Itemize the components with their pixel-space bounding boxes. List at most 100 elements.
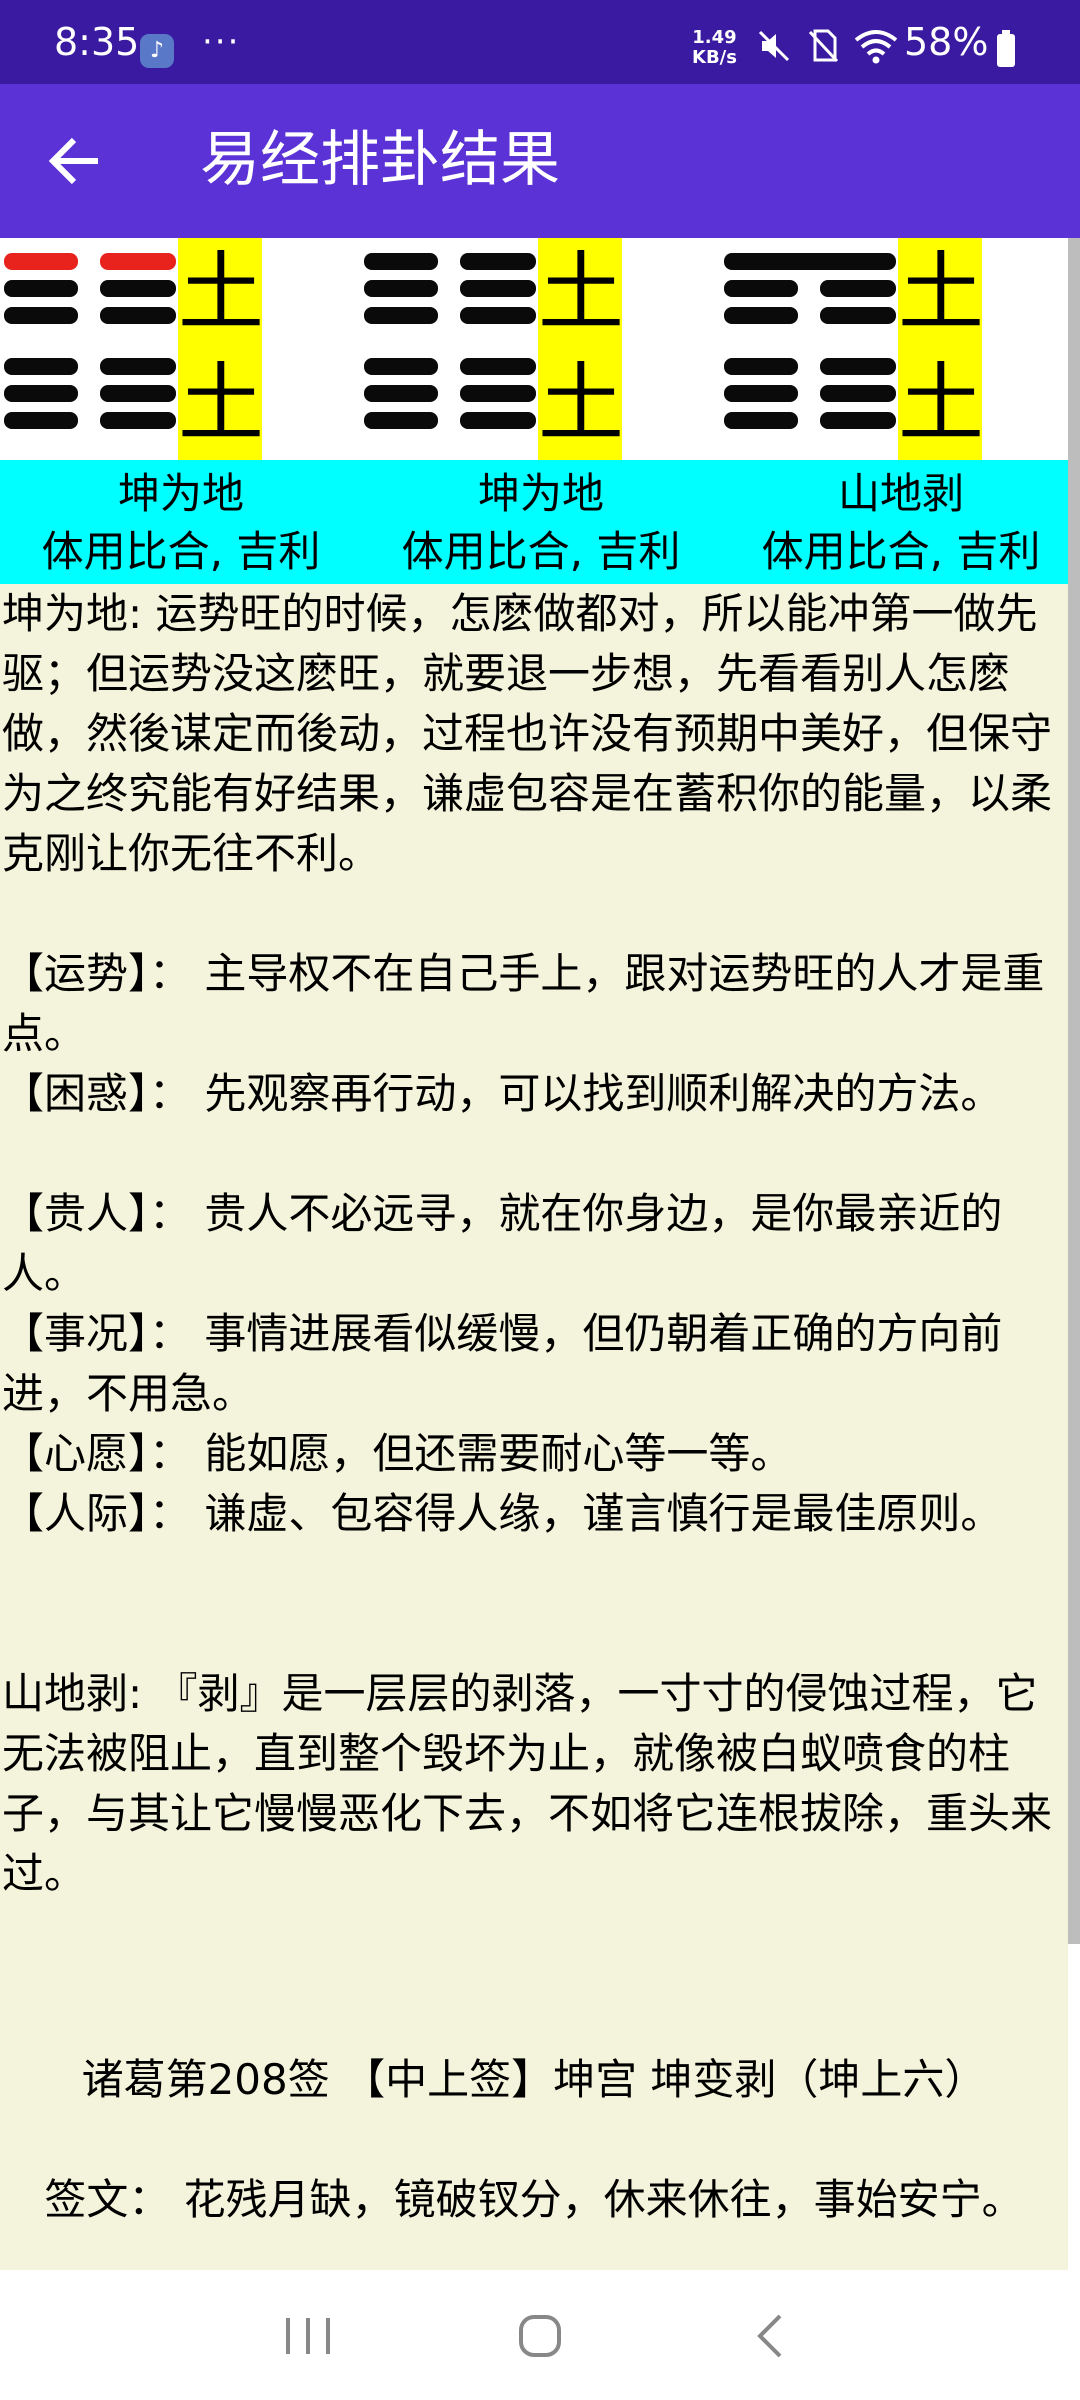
yin-line [100, 280, 176, 297]
hexagram-relation: 体用比合, 吉利 [761, 527, 1041, 576]
detail-label: 【人际】： [2, 1489, 192, 1538]
yin-line [364, 280, 438, 297]
battery-percent: 58% [904, 20, 989, 64]
yin-line [724, 385, 798, 402]
detail-label: 【运势】： [2, 949, 192, 998]
yin-line [460, 358, 536, 375]
yin-line [364, 412, 438, 429]
yin-line [460, 253, 536, 270]
network-speed: 1.49 KB/s [692, 28, 737, 68]
yin-line [724, 280, 798, 297]
yin-line [4, 280, 78, 297]
lower-trigram [724, 358, 900, 440]
sign-text: 签文： 花残月缺，镜破钗分，休来休往，事始安宁。 [44, 2175, 1024, 2224]
yin-line [820, 385, 896, 402]
hexagram-strip: 土 土 土 土 土 土 [0, 238, 1068, 460]
lower-element: 土 [538, 349, 624, 460]
upper-trigram [724, 250, 900, 332]
moving-line [4, 253, 78, 270]
hexagram-name: 坤为地 [117, 469, 244, 518]
hexagram-label: 山地剥 体用比合, 吉利 [720, 460, 1080, 581]
upper-element: 土 [538, 238, 624, 349]
hexagram-name: 坤为地 [477, 469, 604, 518]
wifi-icon [854, 30, 898, 64]
yin-line [460, 412, 536, 429]
yin-line [820, 280, 896, 297]
upper-element: 土 [898, 238, 984, 349]
yin-line [100, 412, 176, 429]
yang-line [724, 253, 896, 270]
changed-hexagram-interpretation: 山地剥: 『剥』是一层层的剥落，一寸寸的侵蚀过程，它无法被阻止，直到整个毁坏为止… [2, 1669, 1053, 1898]
yin-line [820, 412, 896, 429]
result-content[interactable]: 坤为地: 运势旺的时候，怎麽做都对，所以能冲第一做先驱；但运势没这麽旺，就要退一… [0, 584, 1068, 2270]
recents-icon[interactable] [268, 2304, 348, 2368]
detail-text: 先观察再行动，可以找到顺利解决的方法。 [204, 1069, 1003, 1118]
hexagram-mutual: 土 土 [360, 238, 624, 460]
music-note-icon: ♪ [140, 34, 174, 68]
hexagram-relation: 体用比合, 吉利 [401, 527, 681, 576]
upper-element: 土 [178, 238, 264, 349]
yin-line [724, 307, 798, 324]
yin-line [4, 307, 78, 324]
back-chevron-icon[interactable] [732, 2304, 812, 2368]
hexagram-label: 坤为地 体用比合, 吉利 [360, 460, 722, 581]
hexagram-original: 土 土 [0, 238, 264, 460]
upper-trigram [4, 250, 180, 332]
hexagram-name: 山地剥 [837, 469, 964, 518]
more-notifications-icon: ··· [202, 22, 241, 62]
network-speed-unit: KB/s [692, 47, 737, 68]
lower-element: 土 [898, 349, 984, 460]
hexagram-changed: 土 土 [720, 238, 984, 460]
lower-trigram [4, 358, 180, 440]
detail-label: 【心愿】： [2, 1429, 192, 1478]
yin-line [100, 385, 176, 402]
sign-title: 诸葛第208签 【中上签】坤宫 坤变剥（坤上六） [81, 2055, 987, 2104]
yin-line [364, 358, 438, 375]
yin-line [724, 358, 798, 375]
yin-line [364, 385, 438, 402]
yin-line [820, 358, 896, 375]
hexagram-names: 坤为地 体用比合, 吉利 坤为地 体用比合, 吉利 山地剥 体用比合, 吉利 [0, 460, 1068, 584]
status-bar: 8:35 ♪ ··· 1.49 KB/s 58% [0, 0, 1080, 84]
detail-item: 【贵人】： 贵人不必远寻，就在你身边，是你最亲近的人。 [2, 1184, 1064, 1304]
scrollbar-thumb[interactable] [1068, 238, 1080, 1944]
home-icon[interactable] [500, 2304, 580, 2368]
detail-label: 【事况】： [2, 1309, 192, 1358]
upper-trigram [364, 250, 540, 332]
yin-line [460, 385, 536, 402]
page-title: 易经排卦结果 [200, 125, 560, 195]
yin-line [4, 385, 78, 402]
moving-line [100, 253, 176, 270]
detail-item: 【运势】： 主导权不在自己手上，跟对运势旺的人才是重点。 [2, 944, 1064, 1064]
volume-mute-icon [758, 30, 790, 62]
lower-trigram [364, 358, 540, 440]
hexagram-interpretation: 坤为地: 运势旺的时候，怎麽做都对，所以能冲第一做先驱；但运势没这麽旺，就要退一… [2, 589, 1053, 878]
no-sim-icon [808, 29, 839, 63]
detail-item: 【事况】： 事情进展看似缓慢，但仍朝着正确的方向前进，不用急。 [2, 1304, 1064, 1424]
yin-line [724, 412, 798, 429]
yin-line [4, 412, 78, 429]
yin-line [460, 307, 536, 324]
detail-label: 【困惑】： [2, 1069, 192, 1118]
lower-element: 土 [178, 349, 264, 460]
detail-text: 谦虚、包容得人缘，谨言慎行是最佳原则。 [204, 1489, 1003, 1538]
detail-item: 【困惑】： 先观察再行动，可以找到顺利解决的方法。 [2, 1064, 1064, 1124]
yin-line [100, 358, 176, 375]
yin-line [4, 358, 78, 375]
detail-label: 【贵人】： [2, 1189, 192, 1238]
detail-item: 【人际】： 谦虚、包容得人缘，谨言慎行是最佳原则。 [2, 1484, 1064, 1544]
battery-icon [997, 30, 1015, 67]
yin-line [820, 307, 896, 324]
detail-text: 能如愿，但还需要耐心等一等。 [204, 1429, 793, 1478]
yin-line [460, 280, 536, 297]
yin-line [364, 307, 438, 324]
navigation-bar [0, 2270, 1080, 2400]
hexagram-label: 坤为地 体用比合, 吉利 [0, 460, 362, 581]
arrow-left-icon[interactable] [40, 124, 114, 198]
yin-line [100, 307, 176, 324]
status-time: 8:35 [54, 20, 140, 64]
hexagram-relation: 体用比合, 吉利 [41, 527, 321, 576]
network-speed-value: 1.49 [692, 27, 737, 48]
app-bar: 易经排卦结果 [0, 84, 1080, 238]
detail-item: 【心愿】： 能如愿，但还需要耐心等一等。 [2, 1424, 1064, 1484]
